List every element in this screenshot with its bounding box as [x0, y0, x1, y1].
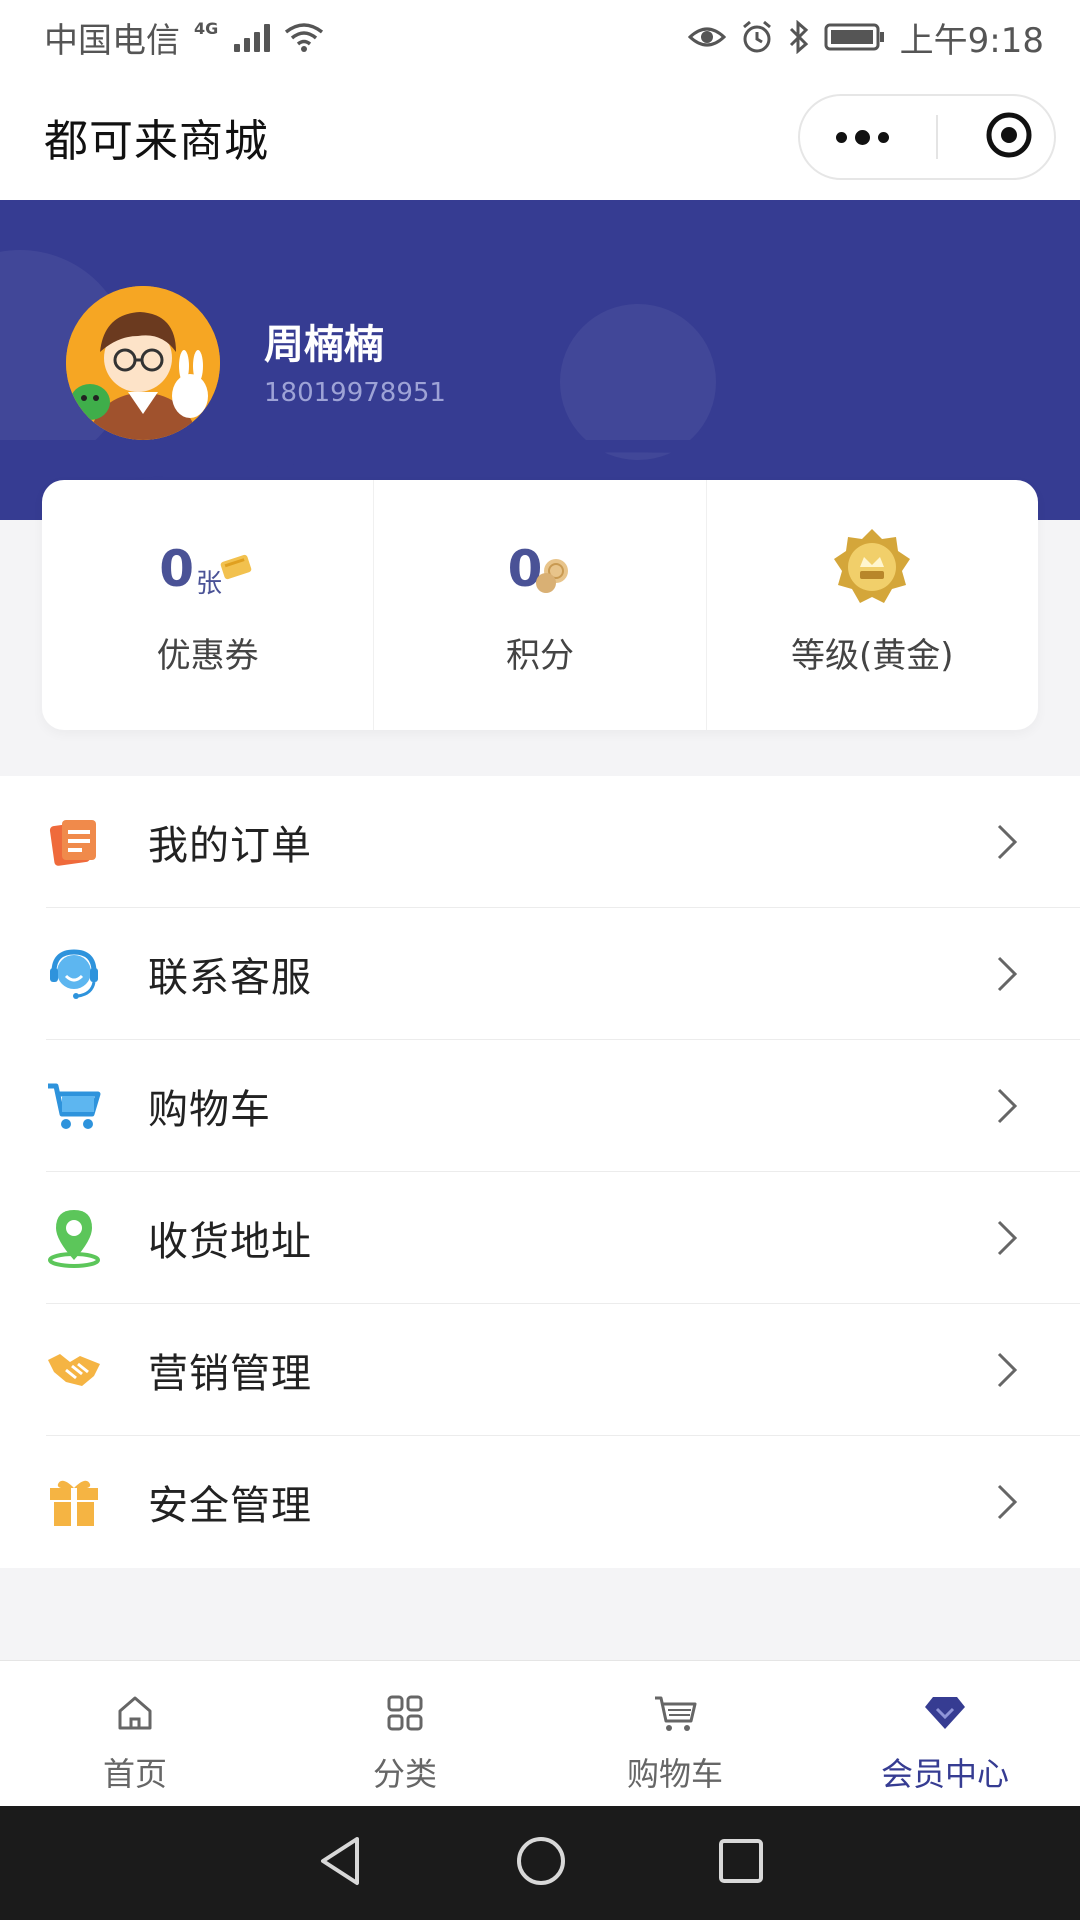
stat-points[interactable]: 0 积分: [373, 480, 705, 730]
level-label: 等级(黄金): [791, 636, 954, 676]
capsule-divider: [935, 115, 938, 159]
menu-item-cart[interactable]: 购物车: [0, 1040, 1080, 1172]
handshake-icon: [46, 1342, 102, 1398]
menu-item-orders[interactable]: 我的订单: [0, 776, 1080, 908]
menu-label-orders: 我的订单: [148, 823, 312, 869]
member-center-screen: 中国电信 4G 上午9:18 都可来商城 周楠楠 18019978951 0 张…: [0, 0, 1080, 1920]
stats-card: 0 张 优惠券 0 积分 等级(黄金): [42, 480, 1038, 730]
home-icon: [115, 1691, 155, 1735]
home-circle-icon[interactable]: [515, 1835, 567, 1891]
tab-bar: 首页 分类 购物车 会员中心: [0, 1660, 1080, 1806]
menu-item-address[interactable]: 收货地址: [0, 1172, 1080, 1304]
cart-icon: [46, 1078, 102, 1134]
tab-label-home: 首页: [102, 1755, 167, 1793]
gift-icon: [46, 1474, 102, 1530]
coupon-icon: [216, 550, 256, 588]
stat-level-value: [832, 529, 912, 604]
recent-apps-icon[interactable]: [717, 1837, 765, 1889]
title-bar: 都可来商城: [0, 74, 1080, 200]
menu-label-cart: 购物车: [148, 1087, 271, 1133]
android-nav-bar: [0, 1806, 1080, 1920]
miniprogram-capsule: [798, 94, 1056, 180]
customer-service-icon: [46, 946, 102, 1002]
tab-label-cart: 购物车: [626, 1755, 723, 1793]
user-phone: 18019978951: [264, 378, 446, 408]
points-label: 积分: [505, 636, 574, 676]
back-icon[interactable]: [315, 1835, 365, 1891]
tab-cart[interactable]: 购物车: [540, 1661, 810, 1806]
chevron-right-icon: [992, 1351, 1022, 1389]
tab-member-center[interactable]: 会员中心: [810, 1661, 1080, 1806]
page-title: 都可来商城: [44, 116, 269, 167]
diamond-icon: [923, 1691, 967, 1735]
stat-coupon[interactable]: 0 张 优惠券: [42, 480, 373, 730]
tab-home[interactable]: 首页: [0, 1661, 270, 1806]
chevron-right-icon: [992, 823, 1022, 861]
decor-circle-mid: [560, 304, 716, 460]
status-left: 中国电信 4G: [44, 13, 324, 62]
coupon-count: 0: [159, 540, 195, 598]
cart-icon: [653, 1691, 697, 1735]
avatar-illustration-icon: [66, 286, 220, 440]
more-icon[interactable]: [836, 129, 889, 145]
stat-level[interactable]: 等级(黄金): [705, 480, 1038, 730]
stat-points-value: 0: [508, 534, 573, 604]
menu-item-marketing[interactable]: 营销管理: [0, 1304, 1080, 1436]
chevron-right-icon: [992, 1483, 1022, 1521]
bluetooth-icon: [788, 20, 810, 54]
menu-item-customer-service[interactable]: 联系客服: [0, 908, 1080, 1040]
tab-label-member-center: 会员中心: [880, 1755, 1009, 1793]
tab-category[interactable]: 分类: [270, 1661, 540, 1806]
chevron-right-icon: [992, 955, 1022, 993]
eye-icon: [687, 24, 726, 50]
grid-icon: [385, 1691, 425, 1735]
carrier-name: 中国电信: [44, 20, 180, 61]
clock-time: 上午9:18: [899, 20, 1044, 61]
chevron-right-icon: [992, 1219, 1022, 1257]
wifi-icon: [284, 22, 324, 52]
avatar[interactable]: [66, 286, 220, 440]
status-right: 上午9:18: [687, 13, 1044, 62]
gold-badge-icon: [832, 527, 912, 611]
network-type: 4G: [194, 18, 219, 38]
chevron-right-icon: [992, 1087, 1022, 1125]
order-icon: [46, 814, 102, 870]
status-bar: 中国电信 4G 上午9:18: [0, 0, 1080, 74]
menu-label-marketing: 营销管理: [148, 1351, 312, 1397]
user-name: 周楠楠: [264, 322, 384, 368]
close-target-icon[interactable]: [984, 110, 1034, 164]
coupon-label: 优惠券: [156, 636, 259, 676]
battery-icon: [824, 22, 886, 52]
location-icon: [46, 1210, 102, 1268]
menu-label-customer-service: 联系客服: [148, 955, 312, 1001]
alarm-icon: [740, 20, 774, 54]
menu-list: 我的订单 联系客服 购物车 收货地址 营销管理 安全管理: [0, 776, 1080, 1568]
menu-label-security: 安全管理: [148, 1483, 312, 1529]
stat-coupon-value: 0 张: [159, 534, 256, 604]
signal-icon: [234, 22, 271, 52]
menu-item-security[interactable]: 安全管理: [0, 1436, 1080, 1568]
tab-label-category: 分类: [372, 1755, 437, 1793]
menu-label-address: 收货地址: [148, 1219, 312, 1265]
coin-icon: [532, 555, 572, 599]
